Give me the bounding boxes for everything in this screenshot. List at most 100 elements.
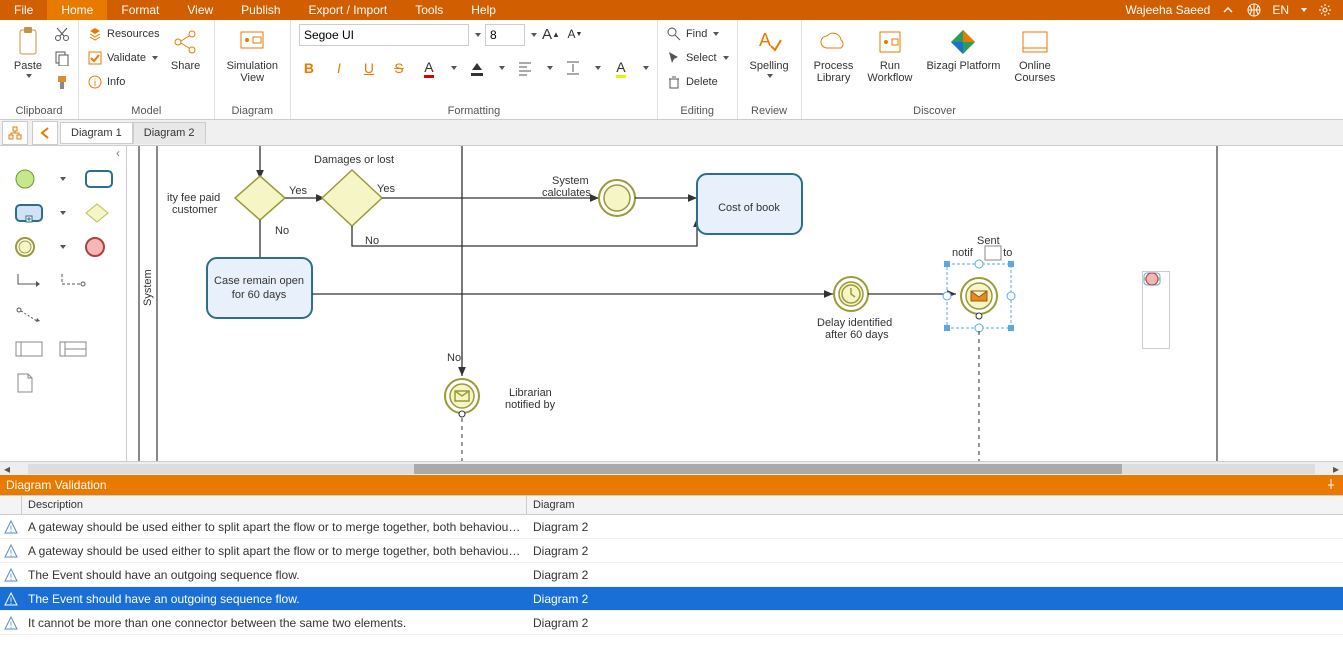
strikethrough-button[interactable]: S [389,58,409,78]
palette-intermediate-event[interactable] [14,236,40,258]
find-button[interactable]: Find [666,24,729,44]
menu-tools[interactable]: Tools [401,0,457,20]
diagram-canvas[interactable]: System ity fee paidcustomer Yes No Damag… [127,146,1343,461]
globe-icon[interactable] [1246,2,1262,18]
validation-title: Diagram Validation [6,478,107,492]
validation-row[interactable]: !A gateway should be used either to spli… [0,515,1343,539]
select-dropdown-icon[interactable] [723,56,729,60]
share-button[interactable]: Share [166,24,206,74]
palette-subprocess[interactable] [14,202,40,224]
menu-view[interactable]: View [173,0,227,20]
pin-icon[interactable] [1325,478,1337,493]
gear-icon[interactable] [1317,2,1333,18]
palette-collapse-button[interactable]: ‹ [0,146,126,162]
fill-color-button[interactable] [467,58,487,78]
palette-start-event[interactable] [14,168,40,190]
paste-dropdown-icon[interactable] [26,74,32,78]
scroll-left-button[interactable]: ◂ [0,462,14,476]
font-family-dropdown-icon[interactable] [475,33,481,37]
back-button[interactable] [32,121,58,145]
valign-dropdown-icon[interactable] [595,66,601,70]
task-case-open[interactable] [207,258,312,318]
font-family-select[interactable] [299,24,469,46]
align-button[interactable] [515,58,535,78]
ctx-intermediate[interactable] [1147,312,1165,326]
delete-button[interactable]: Delete [666,72,729,92]
decrease-font-button[interactable]: A▼ [565,24,585,44]
validation-row[interactable]: !The Event should have an outgoing seque… [0,587,1343,611]
scroll-right-button[interactable]: ▸ [1329,462,1343,476]
font-color-button[interactable]: A [419,58,439,78]
palette-association[interactable] [14,304,40,326]
palette-task[interactable] [84,168,110,190]
palette-start-dropdown-icon[interactable] [60,177,66,181]
ribbon-group-model: Resources Validate iInfo Share Model [79,20,215,119]
palette-message-flow[interactable] [58,270,84,292]
resources-button[interactable]: Resources [87,24,160,44]
validation-row[interactable]: !It cannot be more than one connector be… [0,611,1343,635]
palette-lane[interactable] [58,338,84,360]
hierarchy-button[interactable] [2,121,28,145]
spelling-dropdown-icon[interactable] [767,74,773,78]
language-dropdown-icon[interactable] [1301,8,1307,12]
palette-subprocess-dropdown-icon[interactable] [60,211,66,215]
chevron-up-icon[interactable] [1220,2,1236,18]
sent-label-editbox[interactable] [985,246,1001,260]
font-size-dropdown-icon[interactable] [531,33,537,37]
context-shape-palette [1142,271,1170,349]
menu-file[interactable]: File [0,0,47,20]
ctx-gateway[interactable] [1147,294,1165,308]
run-workflow-button[interactable]: Run Workflow [863,24,916,86]
copy-button[interactable] [54,48,70,68]
canvas-hscrollbar[interactable]: ◂ ▸ [0,461,1343,475]
gateway1-yes-label: Yes [289,185,307,197]
valign-button[interactable] [563,58,583,78]
menu-format[interactable]: Format [107,0,173,20]
find-dropdown-icon[interactable] [713,32,719,36]
format-painter-button[interactable] [54,72,70,92]
simulation-view-button[interactable]: Simulation View [223,24,282,86]
validate-button[interactable]: Validate [87,48,160,68]
fill-color-dropdown-icon[interactable] [499,66,505,70]
spelling-label: Spelling [750,60,789,72]
align-dropdown-icon[interactable] [547,66,553,70]
online-courses-button[interactable]: Online Courses [1010,24,1059,86]
spelling-button[interactable]: A Spelling [746,24,793,80]
select-button[interactable]: Select [666,48,729,68]
bizagi-platform-button[interactable]: Bizagi Platform [922,24,1004,74]
palette-data-object[interactable] [14,372,40,394]
process-library-button[interactable]: Process Library [810,24,858,86]
palette-end-event[interactable] [84,236,110,258]
menu-publish[interactable]: Publish [227,0,294,20]
cut-button[interactable] [54,24,70,44]
italic-button[interactable]: I [329,58,349,78]
font-color-dropdown-icon[interactable] [451,66,457,70]
menu-help[interactable]: Help [457,0,510,20]
tab-diagram-1[interactable]: Diagram 1 [60,122,133,144]
validation-col-diagram[interactable]: Diagram [527,496,1343,514]
validate-dropdown-icon[interactable] [152,56,158,60]
palette-intermediate-dropdown-icon[interactable] [60,245,66,249]
underline-button[interactable]: U [359,58,379,78]
paste-button[interactable]: Paste [8,24,48,80]
bold-button[interactable]: B [299,58,319,78]
info-button[interactable]: iInfo [87,72,160,92]
menu-export-import[interactable]: Export / Import [295,0,402,20]
gateway-1[interactable] [235,176,285,220]
highlight-button[interactable]: A [611,58,631,78]
ctx-end[interactable] [1147,330,1165,344]
validation-col-description[interactable]: Description [22,496,527,514]
font-size-select[interactable] [485,24,525,46]
palette-gateway[interactable] [84,202,110,224]
tab-diagram-2[interactable]: Diagram 2 [133,122,206,144]
scroll-thumb[interactable] [414,464,1122,474]
palette-pool[interactable] [14,338,40,360]
increase-font-button[interactable]: A▲ [541,24,561,44]
highlight-dropdown-icon[interactable] [643,66,649,70]
validation-row[interactable]: !A gateway should be used either to spli… [0,539,1343,563]
gateway-damages[interactable] [322,170,382,226]
palette-sequence-flow[interactable] [14,270,40,292]
validation-row[interactable]: !The Event should have an outgoing seque… [0,563,1343,587]
menu-home[interactable]: Home [47,0,107,20]
language-label[interactable]: EN [1272,3,1289,17]
